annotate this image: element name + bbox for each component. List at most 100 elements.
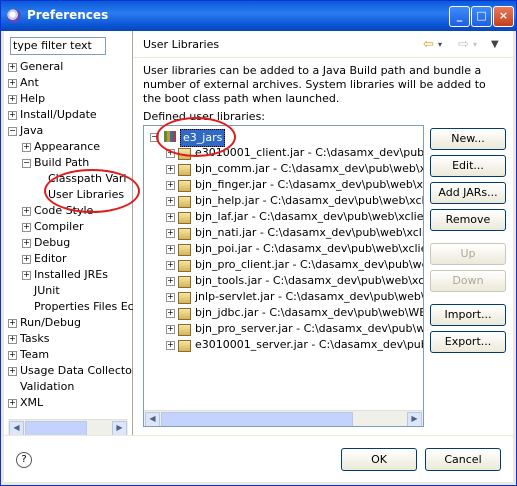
jar-label: bjn_poi.jar - C:\dasamx_dev\pub\web\xcli… bbox=[195, 242, 424, 255]
edit-button[interactable]: Edit... bbox=[430, 155, 506, 177]
preferences-window: Preferences _ □ × type filter text + Gene… bbox=[0, 0, 517, 486]
tree-item-label: Installed JREs bbox=[34, 268, 108, 281]
expand-icon[interactable]: + bbox=[22, 255, 31, 264]
tree-item-label: Usage Data Collector bbox=[20, 364, 137, 377]
back-dropdown-icon[interactable]: ▾ bbox=[438, 40, 442, 49]
tree-item-label: Editor bbox=[34, 252, 67, 265]
expand-icon[interactable]: + bbox=[166, 229, 175, 238]
expand-icon[interactable]: + bbox=[166, 245, 175, 254]
jar-icon bbox=[178, 180, 191, 192]
preference-tree[interactable]: + General + Ant + Help + Install/Update − Java + Ap… bbox=[4, 59, 136, 423]
page-description: User libraries can be added to a Java Bu… bbox=[143, 64, 486, 105]
expand-icon[interactable]: + bbox=[8, 63, 17, 72]
new-button[interactable]: New... bbox=[430, 128, 506, 150]
jar-label: bjn_pro_server.jar - C:\dasamx_dev\pub\w… bbox=[195, 322, 424, 335]
collapse-icon[interactable]: − bbox=[8, 127, 17, 136]
expand-icon[interactable]: + bbox=[8, 111, 17, 120]
scroll-left-icon[interactable]: ◀ bbox=[145, 412, 160, 426]
jar-icon bbox=[178, 260, 191, 272]
expand-icon[interactable]: + bbox=[22, 207, 31, 216]
filter-input[interactable]: type filter text bbox=[10, 37, 106, 55]
expand-icon[interactable]: + bbox=[166, 261, 175, 270]
expand-icon[interactable]: + bbox=[166, 181, 175, 190]
tree-item-label: Appearance bbox=[34, 140, 101, 153]
jar-icon bbox=[178, 292, 191, 304]
user-libraries-list[interactable]: − e3_jars + e3010001_client.jar - C:\dasa… bbox=[143, 125, 424, 427]
expand-icon[interactable]: + bbox=[8, 399, 17, 408]
preference-tree-pane: type filter text + General + Ant + Help + Insta… bbox=[4, 31, 136, 436]
expand-icon[interactable]: + bbox=[8, 367, 17, 376]
maximize-button[interactable]: □ bbox=[471, 6, 492, 27]
tree-item-label: Validation bbox=[20, 380, 75, 393]
tree-item-label: Properties Files Ec bbox=[34, 300, 134, 313]
cancel-button[interactable]: Cancel bbox=[425, 448, 501, 471]
expand-icon[interactable]: + bbox=[166, 197, 175, 206]
jar-label: bjn_finger.jar - C:\dasamx_dev\pub\web\x… bbox=[195, 178, 424, 191]
scroll-thumb[interactable] bbox=[161, 412, 353, 426]
expand-icon[interactable]: + bbox=[166, 325, 175, 334]
minimize-button[interactable]: _ bbox=[449, 6, 470, 27]
title-bar[interactable]: Preferences _ □ × bbox=[1, 1, 516, 31]
expand-icon[interactable]: + bbox=[166, 341, 175, 350]
expand-icon[interactable]: + bbox=[166, 165, 175, 174]
view-menu-icon[interactable]: ▼ bbox=[491, 39, 499, 50]
jar-icon bbox=[178, 340, 191, 352]
page-title: User Libraries bbox=[143, 38, 220, 51]
jar-icon bbox=[178, 228, 191, 240]
list-horizontal-scrollbar[interactable]: ◀ ▶ bbox=[144, 410, 423, 426]
dialog-content: type filter text + General + Ant + Help + Insta… bbox=[4, 31, 513, 482]
forward-dropdown-icon[interactable]: ▾ bbox=[473, 40, 477, 49]
expand-icon[interactable]: + bbox=[8, 335, 17, 344]
expand-icon[interactable]: + bbox=[22, 143, 31, 152]
jar-label: bjn_help.jar - C:\dasamx_dev\pub\web\xcl… bbox=[195, 194, 424, 207]
expand-icon[interactable]: + bbox=[166, 309, 175, 318]
jar-label: bjn_comm.jar - C:\dasamx_dev\pub\web\xcl… bbox=[195, 162, 424, 175]
ok-button[interactable]: OK bbox=[341, 448, 417, 471]
jar-icon bbox=[178, 276, 191, 288]
back-arrow-icon[interactable]: ⇦ bbox=[423, 37, 434, 52]
annotation-circle bbox=[156, 117, 236, 157]
expand-icon[interactable]: + bbox=[8, 351, 17, 360]
down-button[interactable]: Down bbox=[430, 270, 506, 292]
tree-item-label: Install/Update bbox=[20, 108, 97, 121]
remove-button[interactable]: Remove bbox=[430, 209, 506, 231]
tree-horizontal-scrollbar[interactable]: ◀ ▶ bbox=[8, 419, 128, 436]
jar-icon bbox=[178, 308, 191, 320]
expand-icon[interactable]: + bbox=[166, 277, 175, 286]
scroll-thumb[interactable] bbox=[25, 421, 87, 436]
expand-icon[interactable]: + bbox=[8, 319, 17, 328]
annotation-circle bbox=[44, 169, 140, 213]
collapse-icon[interactable]: − bbox=[22, 159, 31, 168]
up-button[interactable]: Up bbox=[430, 243, 506, 265]
expand-icon[interactable]: + bbox=[166, 213, 175, 222]
expand-icon[interactable]: + bbox=[22, 223, 31, 232]
dialog-footer: ? OK Cancel bbox=[4, 435, 513, 482]
expand-icon[interactable]: + bbox=[8, 95, 17, 104]
jar-label: bjn_pro_client.jar - C:\dasamx_dev\pub\w… bbox=[195, 258, 424, 271]
expand-icon[interactable]: + bbox=[166, 293, 175, 302]
help-icon[interactable]: ? bbox=[16, 452, 32, 468]
close-button[interactable]: × bbox=[493, 6, 514, 27]
scroll-left-icon[interactable]: ◀ bbox=[9, 421, 24, 436]
jar-icon bbox=[178, 324, 191, 336]
expand-icon[interactable]: + bbox=[8, 79, 17, 88]
tree-item-label: Compiler bbox=[34, 220, 84, 233]
import-button[interactable]: Import... bbox=[430, 304, 506, 326]
tree-item-label: Ant bbox=[20, 76, 39, 89]
tree-item-label: Debug bbox=[34, 236, 71, 249]
expand-icon[interactable]: + bbox=[22, 271, 31, 280]
forward-arrow-icon[interactable]: ⇨ bbox=[458, 37, 469, 52]
scroll-right-icon[interactable]: ▶ bbox=[112, 421, 127, 436]
tree-item-label: Java bbox=[20, 124, 44, 137]
add-jars-button[interactable]: Add JARs... bbox=[430, 182, 506, 204]
tree-item-label: General bbox=[20, 60, 64, 73]
eclipse-icon bbox=[7, 9, 21, 23]
user-libraries-pane: User Libraries ⇦ ▾ ⇨ ▾ ▼ User libraries … bbox=[133, 31, 513, 435]
export-button[interactable]: Export... bbox=[430, 331, 506, 353]
scroll-right-icon[interactable]: ▶ bbox=[407, 412, 422, 426]
tree-item-label: JUnit bbox=[34, 284, 60, 297]
page-header: User Libraries ⇦ ▾ ⇨ ▾ ▼ bbox=[133, 31, 513, 58]
jar-label: bjn_laf.jar - C:\dasamx_dev\pub\web\xcli… bbox=[195, 210, 424, 223]
expand-icon[interactable]: + bbox=[22, 239, 31, 248]
tree-item-label: Run/Debug bbox=[20, 316, 81, 329]
